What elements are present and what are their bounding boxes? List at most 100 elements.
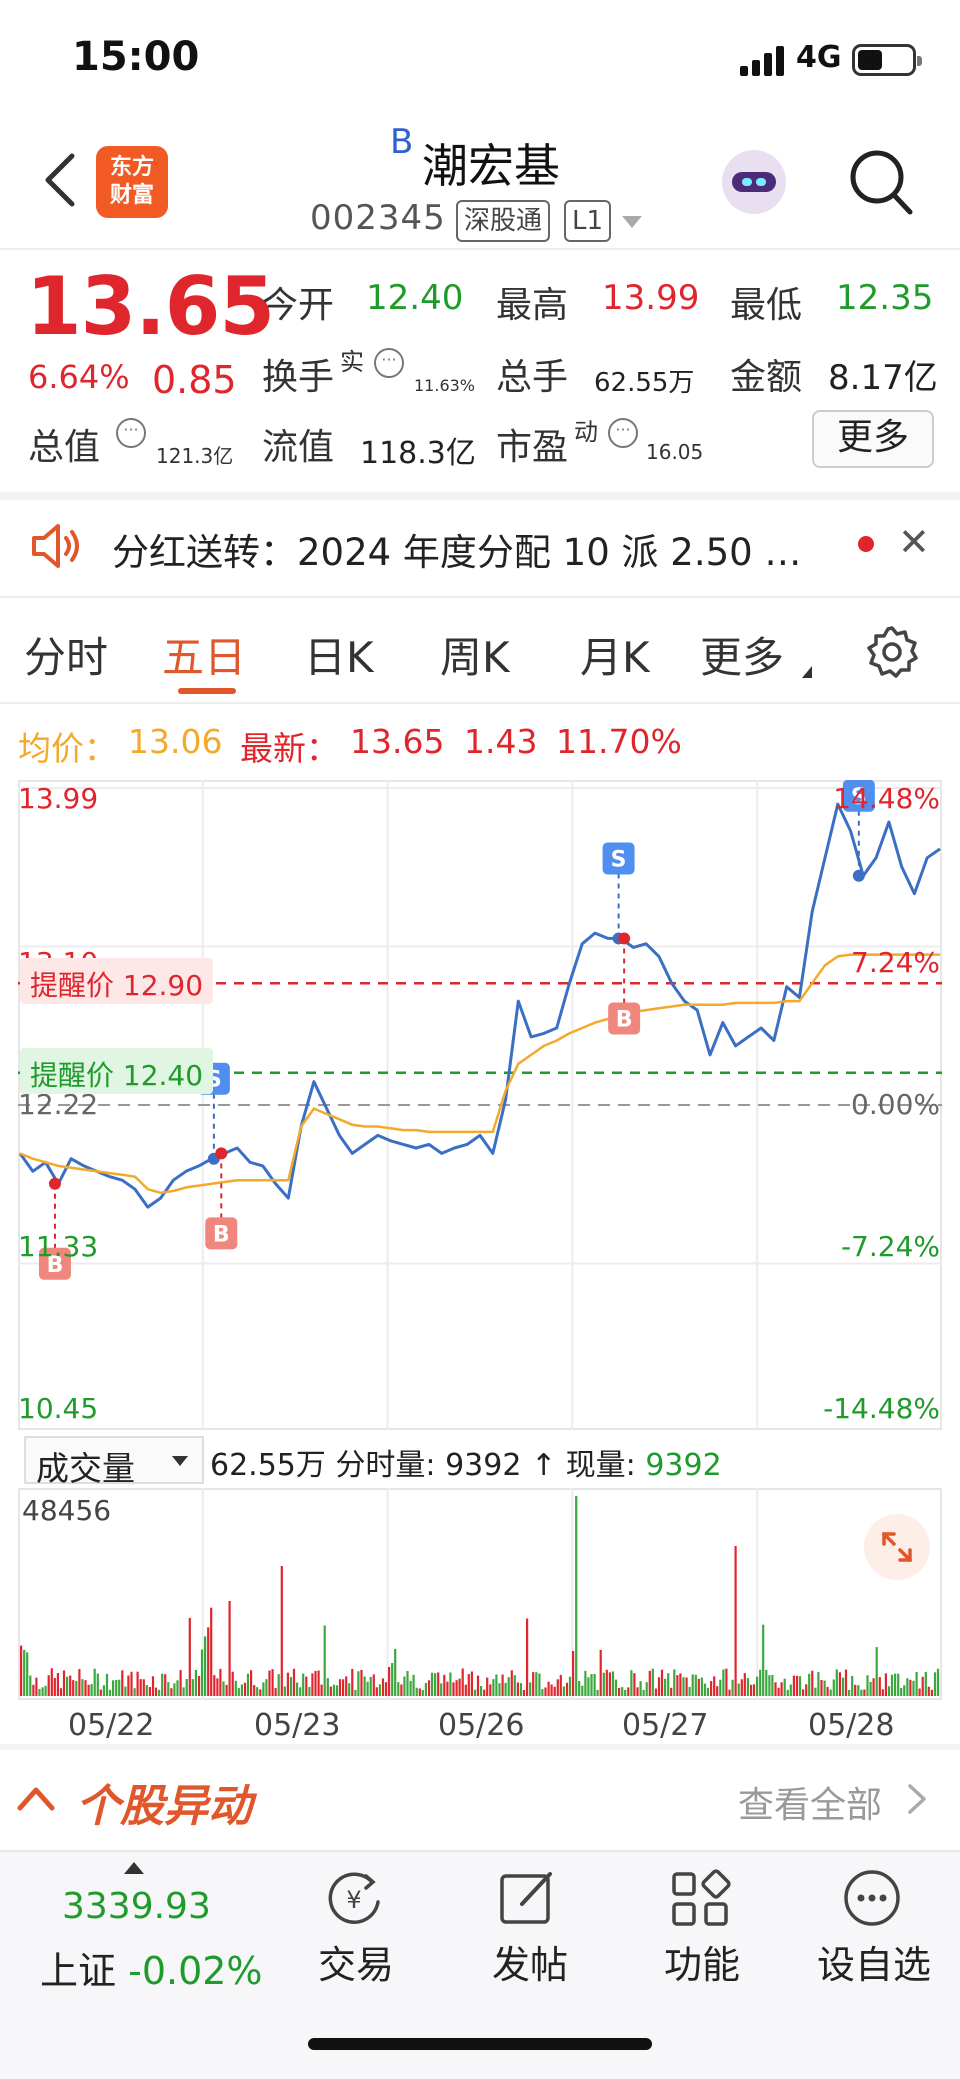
volume-bar xyxy=(728,1689,731,1696)
buy-marker-label: B xyxy=(616,1007,633,1032)
nav-functions[interactable]: 功能 xyxy=(632,1934,772,1989)
volume-bar xyxy=(179,1670,182,1696)
volume-bar xyxy=(400,1684,403,1696)
volume-bar xyxy=(706,1687,710,1696)
volume-bar xyxy=(679,1673,682,1696)
volume-bar xyxy=(844,1669,848,1696)
alert-price-low[interactable]: 提醒价 12.40 xyxy=(20,1048,214,1094)
back-icon[interactable] xyxy=(40,152,80,208)
index-expand-icon[interactable] xyxy=(124,1862,144,1874)
volume-bar xyxy=(372,1674,375,1696)
app-logo[interactable]: 东方 财富 xyxy=(96,146,168,218)
volume-bar xyxy=(918,1688,921,1696)
volume-bar xyxy=(921,1676,924,1696)
volume-bar xyxy=(897,1673,900,1696)
volume-bar xyxy=(903,1685,906,1696)
nav-add-watchlist[interactable]: 设自选 xyxy=(804,1934,944,1989)
index-value[interactable]: 3339.93 xyxy=(62,1886,211,1927)
pe-label: 市盈 xyxy=(496,427,569,468)
post-icon[interactable] xyxy=(496,1866,560,1930)
volume-bar xyxy=(697,1678,700,1696)
volume-bar xyxy=(148,1687,151,1696)
volume-bar xyxy=(286,1672,289,1696)
index-name[interactable]: 上证 -0.02% xyxy=(40,1940,263,1995)
volume-bar xyxy=(136,1671,139,1696)
volume-bar xyxy=(780,1682,783,1696)
volume-bar xyxy=(381,1678,385,1696)
volume-bar xyxy=(808,1673,811,1696)
volume-bar xyxy=(323,1625,326,1696)
indicator-selector[interactable]: 成交量 xyxy=(24,1436,204,1488)
turnover-info-icon[interactable]: ··· xyxy=(374,348,404,378)
stock-name[interactable]: 潮宏基 xyxy=(422,130,560,196)
gear-icon[interactable] xyxy=(864,624,920,680)
more-icon[interactable] xyxy=(840,1866,904,1930)
chevron-right-icon[interactable] xyxy=(906,1782,928,1816)
volume-bar xyxy=(112,1680,115,1696)
expand-icon[interactable] xyxy=(864,1514,930,1580)
volume-bar xyxy=(231,1671,234,1696)
tab-daily-k[interactable]: 日K xyxy=(304,624,374,685)
tick-volume-value: 9392 xyxy=(445,1448,522,1483)
volume-bar xyxy=(458,1678,461,1696)
alert-price-high[interactable]: 提醒价 12.90 xyxy=(20,958,214,1004)
tab-five-day[interactable]: 五日 xyxy=(162,624,246,685)
nav-trade[interactable]: 交易 xyxy=(286,1934,426,1989)
more-button[interactable]: 更多 xyxy=(812,410,934,468)
close-notice-icon[interactable]: ✕ xyxy=(898,520,930,564)
volume-bar xyxy=(777,1687,780,1696)
volume-bar xyxy=(305,1676,308,1696)
trade-icon[interactable]: ¥ xyxy=(322,1866,386,1930)
volume-bar xyxy=(338,1679,342,1696)
tab-weekly-k[interactable]: 周K xyxy=(440,624,510,685)
current-price: 13.65 xyxy=(26,260,275,353)
volume-bar xyxy=(253,1685,256,1696)
robot-assistant-icon[interactable] xyxy=(722,150,786,214)
stock-anomaly-title[interactable]: 个股异动 xyxy=(76,1770,252,1834)
volume-bar xyxy=(302,1673,305,1696)
volume-bar xyxy=(829,1689,832,1696)
search-icon[interactable] xyxy=(848,148,914,218)
volume-bar xyxy=(41,1687,44,1696)
mktcap-info-icon[interactable]: ··· xyxy=(116,418,146,448)
volume-bar xyxy=(335,1685,339,1696)
date-label: 05/28 xyxy=(808,1708,895,1743)
stock-switch-dropdown-icon[interactable] xyxy=(622,216,642,228)
tab-intraday[interactable]: 分时 xyxy=(24,624,108,685)
volume-bar xyxy=(480,1686,483,1696)
volume-bar xyxy=(713,1676,716,1696)
volume-bar xyxy=(848,1689,851,1696)
change-value: 0.85 xyxy=(152,358,237,402)
volume-bar xyxy=(72,1680,75,1696)
avg-price-label: 均价： xyxy=(18,729,117,768)
volume-bar xyxy=(489,1684,492,1696)
tab-monthly-k[interactable]: 月K xyxy=(580,624,650,685)
volume-bar xyxy=(602,1672,605,1696)
pe-info-icon[interactable]: ··· xyxy=(608,418,638,448)
volume-bar xyxy=(289,1677,293,1696)
volume-bar xyxy=(614,1679,618,1696)
volume-bar xyxy=(222,1681,225,1696)
functions-icon[interactable] xyxy=(668,1866,732,1930)
volume-bar xyxy=(716,1686,719,1696)
volume-bar xyxy=(752,1684,756,1696)
nav-post[interactable]: 发帖 xyxy=(460,1934,600,1989)
volume-bar xyxy=(118,1679,121,1696)
volume-bar xyxy=(746,1678,749,1696)
view-all-link[interactable]: 查看全部 xyxy=(738,1776,882,1828)
volume-bar xyxy=(406,1671,409,1696)
logo-line2: 财富 xyxy=(109,183,154,208)
volume-bar xyxy=(237,1688,240,1696)
volume-bar xyxy=(66,1676,69,1696)
volume-bar xyxy=(403,1676,406,1696)
tab-more[interactable]: 更多 xyxy=(700,624,784,685)
status-time: 15:00 xyxy=(72,34,200,80)
volume-bar xyxy=(26,1652,29,1696)
volume-bar xyxy=(173,1683,176,1696)
volume-bar xyxy=(710,1681,713,1696)
volume-bar xyxy=(124,1686,127,1696)
volume-bar xyxy=(624,1689,627,1696)
chevron-up-icon[interactable] xyxy=(16,1782,56,1812)
volume-bar xyxy=(881,1689,884,1696)
dividend-notice[interactable]: 分红送转：2024 年度分配 10 派 2.50 … xyxy=(112,522,801,576)
